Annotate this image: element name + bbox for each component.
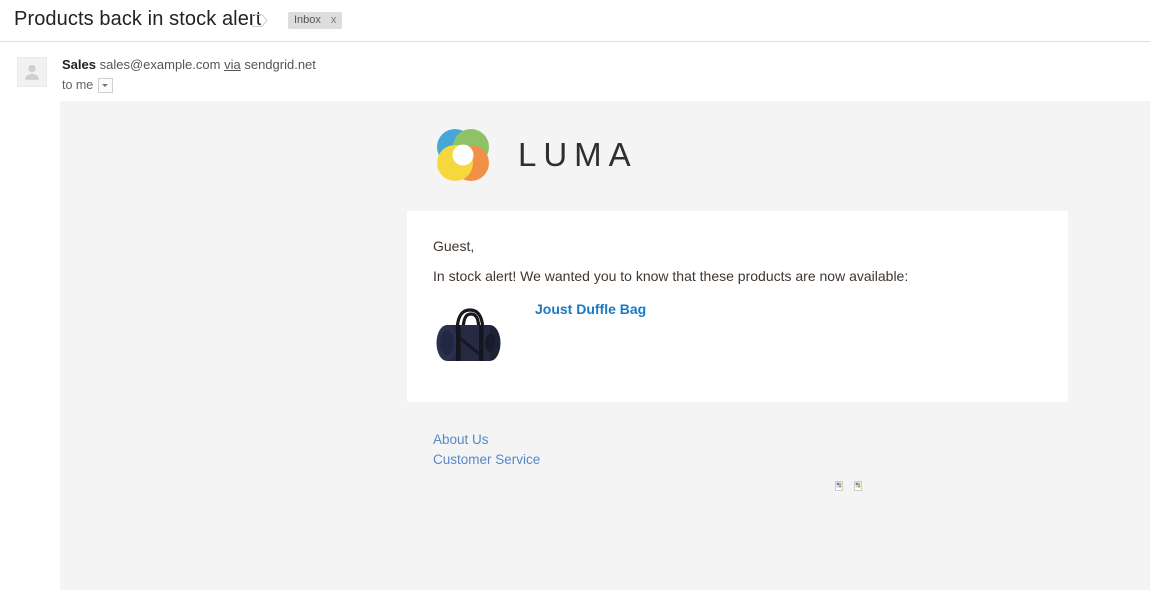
- luma-circles-logo-icon: [433, 125, 493, 185]
- recipient-label: to me: [62, 78, 94, 92]
- inbox-label-chip[interactable]: Inbox x: [288, 12, 343, 29]
- inbox-label-text: Inbox: [294, 14, 321, 26]
- mail-header: Products back in stock alert Inbox x: [0, 0, 1150, 42]
- product-row: Joust Duffle Bag: [433, 299, 646, 369]
- sender-email[interactable]: sales@example.com: [100, 57, 221, 72]
- product-link-joust-duffle-bag[interactable]: Joust Duffle Bag: [535, 301, 646, 317]
- person-placeholder-icon: [25, 65, 39, 80]
- broken-image-placeholders: [835, 478, 862, 491]
- greeting-text: Guest,: [433, 238, 475, 254]
- brand-header: LUMA: [433, 125, 638, 185]
- via-label: via: [224, 57, 241, 72]
- sender-block: Sales sales@example.com via sendgrid.net…: [0, 43, 1150, 101]
- label-tag-icon[interactable]: [252, 14, 268, 27]
- joust-duffle-bag-image[interactable]: [433, 299, 511, 369]
- avatar: [17, 57, 47, 87]
- footer-links: About Us Customer Service: [433, 430, 540, 470]
- page-title: Products back in stock alert: [14, 8, 262, 30]
- intro-text: In stock alert! We wanted you to know th…: [433, 268, 909, 284]
- footer-link-about-us[interactable]: About Us: [433, 430, 540, 450]
- chevron-down-icon[interactable]: [98, 77, 114, 93]
- email-content-card: Guest, In stock alert! We wanted you to …: [407, 211, 1068, 402]
- sender-line: Sales sales@example.com via sendgrid.net: [62, 57, 316, 73]
- email-body: LUMA Guest, In stock alert! We wanted yo…: [60, 101, 1150, 590]
- broken-image-icon: [854, 478, 862, 491]
- via-domain: sendgrid.net: [244, 57, 316, 72]
- footer-link-customer-service[interactable]: Customer Service: [433, 450, 540, 470]
- broken-image-icon: [835, 478, 843, 491]
- remove-label-button[interactable]: x: [331, 12, 337, 29]
- sender-name[interactable]: Sales: [62, 57, 96, 72]
- brand-wordmark: LUMA: [518, 136, 638, 173]
- recipient-line: to me: [62, 77, 114, 93]
